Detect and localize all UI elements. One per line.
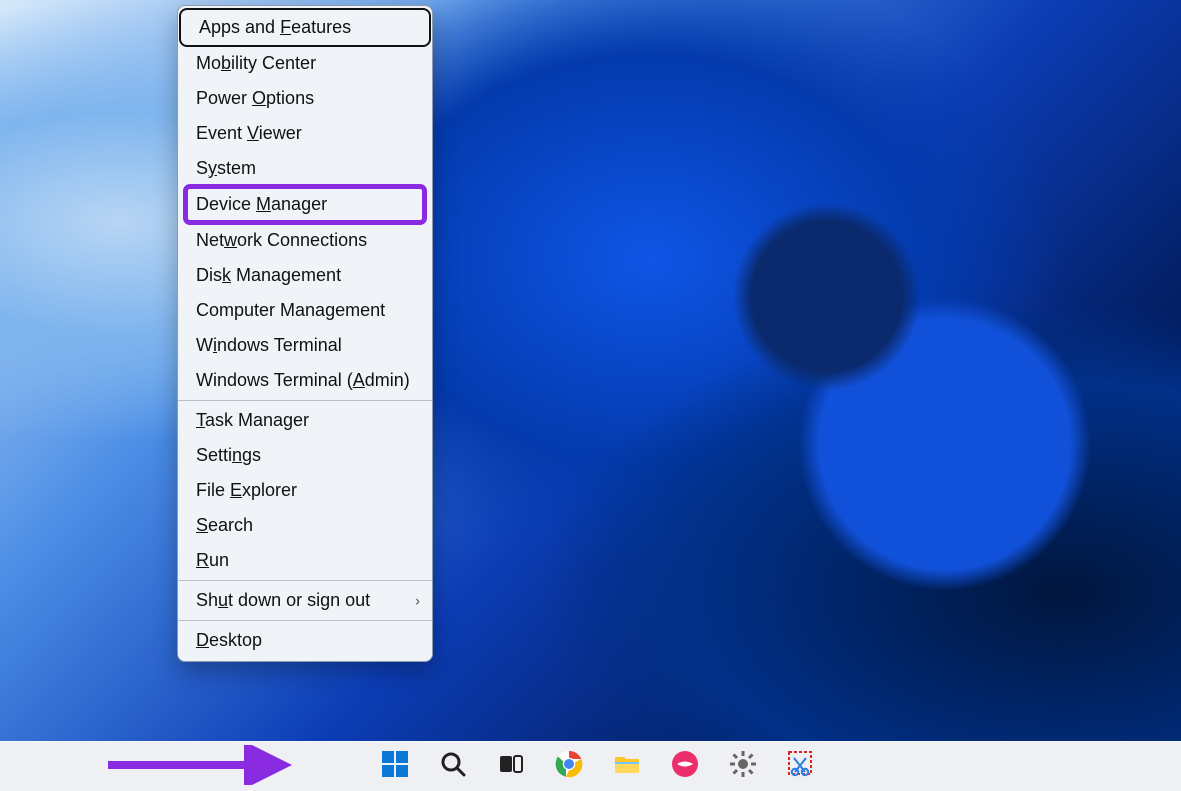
menu-item-shutdown[interactable]: Shut down or sign out ›: [178, 583, 432, 618]
taskbar-settings-button[interactable]: [722, 746, 764, 788]
menu-item-label: Computer Management: [196, 300, 385, 320]
menu-item-label: Shut down or sign out: [196, 590, 370, 610]
snip-icon: [786, 749, 816, 784]
menu-item-windows-terminal-admin[interactable]: Windows Terminal (Admin): [178, 363, 432, 398]
menu-item-label: Mobility Center: [196, 53, 316, 73]
lips-icon: [670, 749, 700, 784]
menu-item-network-connections[interactable]: Network Connections: [178, 223, 432, 258]
menu-item-label: Power Options: [196, 88, 314, 108]
menu-item-label: File Explorer: [196, 480, 297, 500]
menu-item-label: Apps and Features: [199, 17, 351, 37]
menu-item-apps-features[interactable]: Apps and Features: [181, 10, 429, 45]
menu-item-disk-management[interactable]: Disk Management: [178, 258, 432, 293]
taskbar-lips-button[interactable]: [664, 746, 706, 788]
menu-item-settings[interactable]: Settings: [178, 438, 432, 473]
menu-separator: [178, 620, 432, 621]
menu-item-computer-management[interactable]: Computer Management: [178, 293, 432, 328]
settings-icon: [728, 749, 758, 784]
menu-item-label: Desktop: [196, 630, 262, 650]
winx-context-menu: Apps and Features Mobility Center Power Op…: [177, 5, 433, 662]
menu-item-event-viewer[interactable]: Event Viewer: [178, 116, 432, 151]
menu-item-windows-terminal[interactable]: Windows Terminal: [178, 328, 432, 363]
start-icon: [380, 749, 410, 784]
taskbar-start-button[interactable]: [374, 746, 416, 788]
menu-item-mobility-center[interactable]: Mobility Center: [178, 46, 432, 81]
chrome-icon: [554, 749, 584, 784]
taskbar-search-button[interactable]: [432, 746, 474, 788]
menu-item-device-manager[interactable]: Device Manager: [186, 187, 424, 222]
menu-item-task-manager[interactable]: Task Manager: [178, 403, 432, 438]
menu-item-desktop[interactable]: Desktop: [178, 623, 432, 658]
menu-separator: [178, 400, 432, 401]
menu-item-label: Event Viewer: [196, 123, 302, 143]
taskbar: [0, 741, 1181, 791]
menu-item-label: Network Connections: [196, 230, 367, 250]
menu-item-run[interactable]: Run: [178, 543, 432, 578]
menu-item-label: Windows Terminal: [196, 335, 342, 355]
taskbar-chrome-button[interactable]: [548, 746, 590, 788]
search-icon: [439, 750, 467, 783]
menu-item-system[interactable]: System: [178, 151, 432, 186]
menu-item-search[interactable]: Search: [178, 508, 432, 543]
menu-item-label: System: [196, 158, 256, 178]
menu-item-label: Device Manager: [196, 194, 327, 214]
menu-separator: [178, 580, 432, 581]
explorer-icon: [612, 749, 642, 784]
taskbar-taskview-button[interactable]: [490, 746, 532, 788]
menu-item-label: Windows Terminal (Admin): [196, 370, 410, 390]
menu-item-label: Task Manager: [196, 410, 309, 430]
menu-item-label: Run: [196, 550, 229, 570]
menu-item-label: Disk Management: [196, 265, 341, 285]
taskview-icon: [497, 750, 525, 783]
menu-item-label: Settings: [196, 445, 261, 465]
menu-item-label: Search: [196, 515, 253, 535]
menu-item-power-options[interactable]: Power Options: [178, 81, 432, 116]
chevron-right-icon: ›: [415, 592, 420, 609]
taskbar-snip-button[interactable]: [780, 746, 822, 788]
menu-item-file-explorer[interactable]: File Explorer: [178, 473, 432, 508]
taskbar-explorer-button[interactable]: [606, 746, 648, 788]
